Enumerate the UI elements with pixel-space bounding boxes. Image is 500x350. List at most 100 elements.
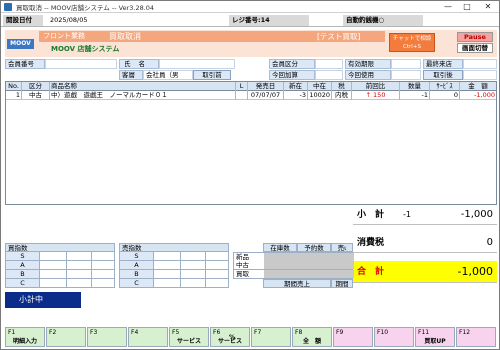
mode-badge: [テスト買取] xyxy=(317,32,361,41)
register-number: レジ番号:14 xyxy=(229,15,309,26)
col-used-stock: 中在 xyxy=(308,82,332,91)
pre-trade-button[interactable]: 取引前 xyxy=(193,70,231,80)
stock-row-new: 新品 xyxy=(233,252,354,261)
member-no-label: 会員番号 xyxy=(5,59,45,69)
f5-button[interactable]: F5 サービス xyxy=(169,327,209,347)
section-name: フロント業務 xyxy=(43,32,85,40)
col-prev: 前回比 xyxy=(352,82,400,91)
use-today-label: 今回使用 xyxy=(345,70,391,80)
stock-header-sales: 売ι xyxy=(331,243,353,252)
sales-index-title: 売指数 xyxy=(119,243,229,252)
tax-value: 0 xyxy=(486,237,493,248)
pause-button[interactable]: Pause xyxy=(457,32,493,42)
app-window: 買取取消 -- MOOV店舗システム -- Ver3.28.04 — □ ✕ 開… xyxy=(0,0,500,350)
member-no-field[interactable] xyxy=(45,59,117,69)
function-key-bar: F1 明細入力 F2 F3 F4 F5 サービス F6% サービス F7 F8 全 額 … xyxy=(5,327,497,347)
maximize-button[interactable]: □ xyxy=(460,1,474,12)
close-button[interactable]: ✕ xyxy=(481,1,495,12)
f6-button[interactable]: F6% サービス xyxy=(210,327,250,347)
col-service: ｻｰﾋﾞｽ xyxy=(430,82,460,91)
expiry-field xyxy=(391,59,421,69)
col-kubun: 区分 xyxy=(22,82,50,91)
tax-label: 消費税 xyxy=(357,238,385,248)
row-service: 0 xyxy=(430,91,460,100)
minimize-button[interactable]: — xyxy=(441,1,455,12)
row-name: 中）遊戯 遊戯王 ノーマルカード０１ xyxy=(50,91,236,100)
col-new-stock: 新在 xyxy=(284,82,308,91)
row-prev: ↑ 150 xyxy=(352,91,400,100)
sales-index-row: A xyxy=(119,261,229,270)
subtotal-value: -1,000 xyxy=(460,209,493,220)
f2-button[interactable]: F2 xyxy=(46,327,86,347)
subtotal-label: 小 計 xyxy=(357,210,385,220)
purchase-index-row: S xyxy=(5,252,115,261)
expiry-label: 有効期限 xyxy=(345,59,391,69)
post-trade-field xyxy=(463,70,497,80)
stock-panel: 在庫数 予約数 売ι 新品 中古 買取 期間売上 期間 xyxy=(233,243,354,295)
col-l: L xyxy=(236,82,248,91)
app-icon xyxy=(4,3,12,11)
add-today-label: 今回加算 xyxy=(269,70,315,80)
f10-button[interactable]: F10 xyxy=(374,327,414,347)
sales-index-panel: 売指数 S A B C xyxy=(119,243,229,295)
total-row: 合 計 -1,000 xyxy=(353,261,497,283)
tax-row: 消費税 0 xyxy=(353,233,497,253)
title-bar: 買取取消 -- MOOV店舗システム -- Ver3.28.04 — □ ✕ xyxy=(1,1,499,13)
open-date-label: 開設日付 xyxy=(3,15,43,26)
subtotal-indicator: 小計中 xyxy=(5,292,81,308)
row-qty: -1 xyxy=(400,91,430,100)
period-sales-label: 期間売上 xyxy=(263,279,331,288)
stock-row-used: 中古 xyxy=(233,261,354,270)
chat-button-shortcut: Ctrl+S xyxy=(403,44,421,50)
total-label: 合 計 xyxy=(357,267,385,277)
purchase-index-title: 買指数 xyxy=(5,243,115,252)
header-title-bar: フロント業務 買取取消 [テスト買取] xyxy=(39,31,385,42)
purchase-index-panel: 買指数 S A B C xyxy=(5,243,115,295)
col-name: 商品名称 xyxy=(50,82,236,91)
status-row: 開設日付 2025/08/05 レジ番号:14 自動釣銭機○ xyxy=(1,14,499,27)
purchase-index-row: A xyxy=(5,261,115,270)
row-new-stock: -3 xyxy=(284,91,308,100)
period-label: 期間 xyxy=(331,279,353,288)
add-today-field xyxy=(315,70,343,80)
member-row-2: 客層 会社員（男 取引前 今回加算 今回使用 取引後 xyxy=(5,70,497,80)
purchase-index-row: C xyxy=(5,279,115,288)
name-label: 氏名 xyxy=(119,59,159,69)
header-band: MOOV フロント業務 買取取消 [テスト買取] MOOV 店舗システム チャッ… xyxy=(5,30,497,57)
chat-consult-button[interactable]: チャットで相談 Ctrl+S xyxy=(389,33,435,52)
total-value: -1,000 xyxy=(457,265,493,278)
row-tax: 内税 xyxy=(332,91,352,100)
item-grid[interactable]: No. 区分 商品名称 L 発売日 新在 中在 税 前回比 数量 ｻｰﾋﾞｽ 金… xyxy=(5,81,497,205)
table-row[interactable]: 1 中古 中）遊戯 遊戯王 ノーマルカード０１ 07/07/07 -3 1002… xyxy=(6,91,496,100)
row-release: 07/07/07 xyxy=(248,91,284,100)
auto-change-status: 自動釣銭機○ xyxy=(343,15,423,26)
last-visit-label: 最終来店 xyxy=(423,59,463,69)
f1-button[interactable]: F1 明細入力 xyxy=(5,327,45,347)
customer-type-value: 会社員（男 xyxy=(143,70,193,80)
open-date-value: 2025/08/05 xyxy=(50,16,88,24)
member-type-field xyxy=(315,59,343,69)
f7-button[interactable]: F7 xyxy=(251,327,291,347)
stock-row-buy: 買取 xyxy=(233,270,354,279)
name-field[interactable] xyxy=(159,59,235,69)
col-tax: 税 xyxy=(332,82,352,91)
f11-button[interactable]: F11 買取UP xyxy=(415,327,455,347)
f12-button[interactable]: F12 xyxy=(456,327,496,347)
post-trade-button[interactable]: 取引後 xyxy=(423,70,463,80)
subtotal-count: -1 xyxy=(403,210,411,219)
purchase-index-row: B xyxy=(5,270,115,279)
sales-index-row: S xyxy=(119,252,229,261)
f3-button[interactable]: F3 xyxy=(87,327,127,347)
col-no: No. xyxy=(6,82,22,91)
grid-header: No. 区分 商品名称 L 発売日 新在 中在 税 前回比 数量 ｻｰﾋﾞｽ 金… xyxy=(6,82,496,91)
f9-button[interactable]: F9 xyxy=(333,327,373,347)
moov-logo: MOOV xyxy=(7,39,34,49)
member-type-label: 会員区分 xyxy=(269,59,315,69)
store-system-title: MOOV 店舗システム xyxy=(51,45,120,53)
f4-button[interactable]: F4 xyxy=(128,327,168,347)
stock-header-reserved: 予約数 xyxy=(297,243,331,252)
screen-switch-button[interactable]: 画面切替 xyxy=(457,43,493,53)
row-amount: -1,000 xyxy=(474,91,495,99)
f8-button[interactable]: F8 全 額 xyxy=(292,327,332,347)
last-visit-field xyxy=(463,59,497,69)
